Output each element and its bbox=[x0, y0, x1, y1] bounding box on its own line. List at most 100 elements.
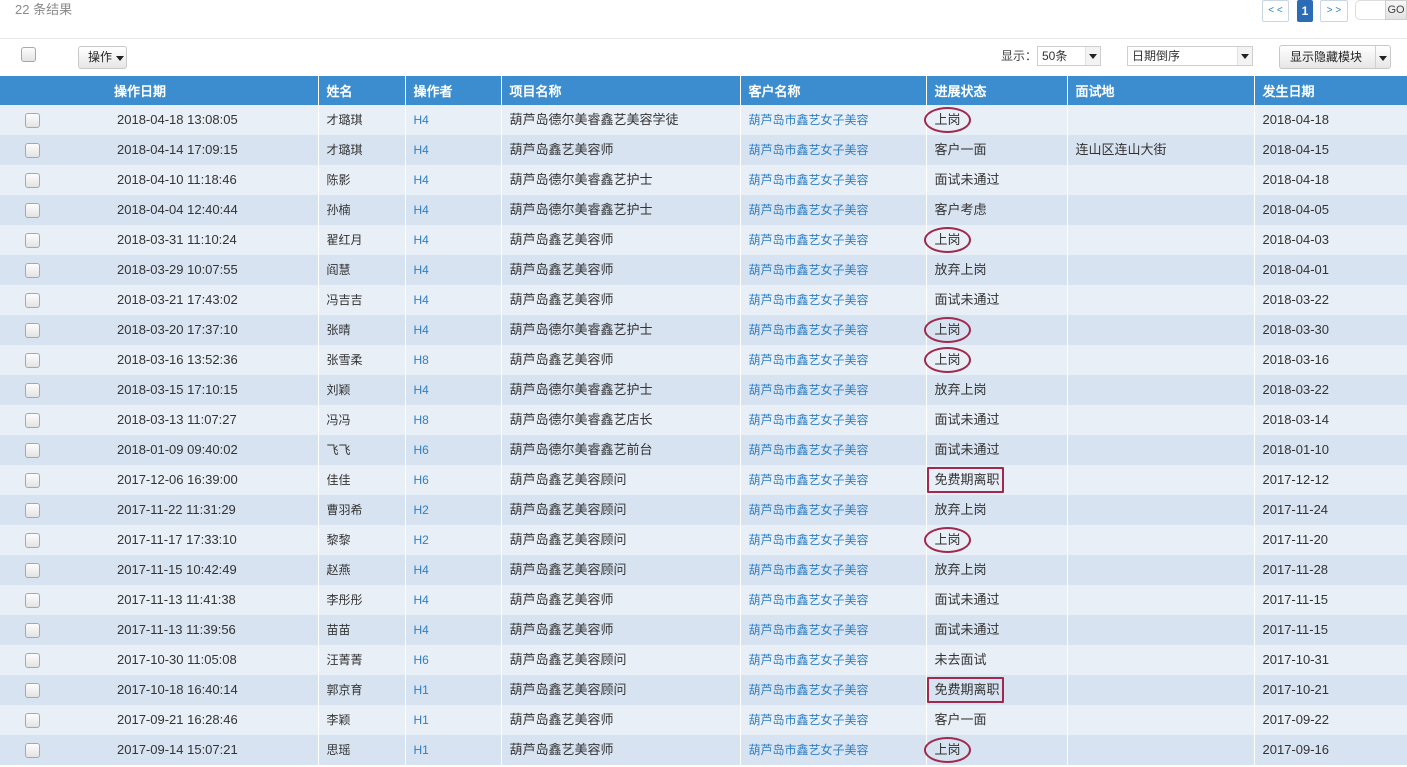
column-header-project[interactable]: 项目名称 bbox=[501, 76, 741, 105]
select-all-checkbox[interactable] bbox=[21, 47, 36, 62]
client-name-link[interactable]: 葫芦岛市鑫艺女子美容 bbox=[749, 682, 869, 698]
next-page-button[interactable]: > > bbox=[1320, 0, 1348, 22]
row-checkbox[interactable] bbox=[25, 323, 40, 339]
column-header-operation-date[interactable]: 操作日期 bbox=[105, 76, 319, 105]
client-name-link[interactable]: 葫芦岛市鑫艺女子美容 bbox=[749, 742, 869, 758]
column-header-status[interactable]: 进展状态 bbox=[926, 76, 1068, 105]
client-name-link[interactable]: 葫芦岛市鑫艺女子美容 bbox=[749, 112, 869, 128]
row-checkbox[interactable] bbox=[25, 563, 40, 579]
row-checkbox[interactable] bbox=[25, 713, 40, 729]
row-checkbox[interactable] bbox=[25, 263, 40, 279]
row-checkbox[interactable] bbox=[25, 413, 40, 429]
event-date: 2018-03-16 bbox=[1262, 352, 1330, 367]
client-name-link[interactable]: 葫芦岛市鑫艺女子美容 bbox=[749, 412, 869, 428]
page-size-select[interactable]: 50条 bbox=[1037, 46, 1101, 66]
operator-link[interactable]: H4 bbox=[414, 202, 429, 218]
client-name-link[interactable]: 葫芦岛市鑫艺女子美容 bbox=[749, 202, 869, 218]
operator-link[interactable]: H4 bbox=[414, 322, 429, 338]
toggle-modules-button[interactable]: 显示隐藏模块 bbox=[1279, 45, 1391, 69]
row-checkbox[interactable] bbox=[25, 503, 40, 519]
page-jump-input[interactable] bbox=[1355, 0, 1386, 20]
operator-link[interactable]: H1 bbox=[414, 682, 429, 698]
progress-status: 面试未通过 bbox=[934, 592, 1000, 607]
client-name-link[interactable]: 葫芦岛市鑫艺女子美容 bbox=[749, 262, 869, 278]
client-name-link[interactable]: 葫芦岛市鑫艺女子美容 bbox=[749, 292, 869, 308]
go-button[interactable]: GO bbox=[1385, 0, 1407, 20]
row-checkbox[interactable] bbox=[25, 203, 40, 219]
page-1-button[interactable]: 1 bbox=[1297, 0, 1313, 22]
row-checkbox[interactable] bbox=[25, 143, 40, 159]
row-checkbox[interactable] bbox=[25, 113, 40, 129]
row-checkbox[interactable] bbox=[25, 593, 40, 609]
progress-status: 面试未通过 bbox=[934, 622, 1000, 637]
client-name-link[interactable]: 葫芦岛市鑫艺女子美容 bbox=[749, 592, 869, 608]
operator-link[interactable]: H4 bbox=[414, 232, 429, 248]
row-checkbox[interactable] bbox=[25, 383, 40, 399]
operator-link[interactable]: H4 bbox=[414, 292, 429, 308]
row-checkbox[interactable] bbox=[25, 623, 40, 639]
client-name-link[interactable]: 葫芦岛市鑫艺女子美容 bbox=[749, 472, 869, 488]
operator-link[interactable]: H8 bbox=[414, 412, 429, 428]
operator-link[interactable]: H1 bbox=[414, 742, 429, 758]
client-name-link[interactable]: 葫芦岛市鑫艺女子美容 bbox=[749, 172, 869, 188]
client-name-link[interactable]: 葫芦岛市鑫艺女子美容 bbox=[749, 502, 869, 518]
row-checkbox[interactable] bbox=[25, 353, 40, 369]
column-header-interview-place[interactable]: 面试地 bbox=[1067, 76, 1255, 105]
actions-dropdown-button[interactable]: 操作 bbox=[78, 46, 127, 69]
client-name-link[interactable]: 葫芦岛市鑫艺女子美容 bbox=[749, 562, 869, 578]
table-row: 2018-03-31 11:10:24 翟红月 H4 葫芦岛鑫艺美容师 葫芦岛市鑫艺女子… bbox=[0, 225, 1407, 255]
event-date-cell: 2017-10-21 bbox=[1254, 675, 1407, 705]
column-header-event-date[interactable]: 发生日期 bbox=[1254, 76, 1407, 105]
client-name-link[interactable]: 葫芦岛市鑫艺女子美容 bbox=[749, 712, 869, 728]
operator-link[interactable]: H4 bbox=[414, 262, 429, 278]
operator-cell: H4 bbox=[405, 555, 502, 585]
client-name-link[interactable]: 葫芦岛市鑫艺女子美容 bbox=[749, 352, 869, 368]
client-name-link[interactable]: 葫芦岛市鑫艺女子美容 bbox=[749, 142, 869, 158]
client-name-link[interactable]: 葫芦岛市鑫艺女子美容 bbox=[749, 532, 869, 548]
interview-place-cell bbox=[1067, 255, 1255, 285]
operator-link[interactable]: H4 bbox=[414, 112, 429, 128]
operator-link[interactable]: H4 bbox=[414, 592, 429, 608]
operator-link[interactable]: H4 bbox=[414, 562, 429, 578]
candidate-name: 孙楠 bbox=[326, 203, 351, 217]
row-checkbox[interactable] bbox=[25, 293, 40, 309]
column-header-operator[interactable]: 操作者 bbox=[405, 76, 502, 105]
prev-page-button[interactable]: < < bbox=[1262, 0, 1289, 22]
client-name-link[interactable]: 葫芦岛市鑫艺女子美容 bbox=[749, 232, 869, 248]
client-name-link[interactable]: 葫芦岛市鑫艺女子美容 bbox=[749, 382, 869, 398]
row-checkbox[interactable] bbox=[25, 653, 40, 669]
operator-link[interactable]: H2 bbox=[414, 502, 429, 518]
client-name-link[interactable]: 葫芦岛市鑫艺女子美容 bbox=[749, 622, 869, 638]
row-checkbox[interactable] bbox=[25, 743, 40, 759]
client-name-link[interactable]: 葫芦岛市鑫艺女子美容 bbox=[749, 442, 869, 458]
operator-link[interactable]: H4 bbox=[414, 142, 429, 158]
table-header: 操作日期 姓名 操作者 项目名称 客户名称 进展状态 面试地 发生日期 bbox=[0, 76, 1407, 105]
operator-link[interactable]: H6 bbox=[414, 442, 429, 458]
sort-order-select[interactable]: 日期倒序 bbox=[1127, 46, 1253, 66]
operator-link[interactable]: H4 bbox=[414, 382, 429, 398]
operator-link[interactable]: H6 bbox=[414, 652, 429, 668]
operator-cell: H1 bbox=[405, 675, 502, 705]
operator-link[interactable]: H2 bbox=[414, 532, 429, 548]
column-header-name[interactable]: 姓名 bbox=[318, 76, 406, 105]
operator-link[interactable]: H4 bbox=[414, 622, 429, 638]
row-checkbox[interactable] bbox=[25, 443, 40, 459]
row-checkbox[interactable] bbox=[25, 233, 40, 249]
operator-link[interactable]: H4 bbox=[414, 172, 429, 188]
column-header-client[interactable]: 客户名称 bbox=[740, 76, 927, 105]
operator-cell: H4 bbox=[405, 105, 502, 135]
row-checkbox[interactable] bbox=[25, 173, 40, 189]
operator-link[interactable]: H6 bbox=[414, 472, 429, 488]
candidate-name: 才璐琪 bbox=[326, 143, 363, 157]
operator-link[interactable]: H1 bbox=[414, 712, 429, 728]
toggle-modules-arrow[interactable] bbox=[1375, 46, 1390, 68]
row-checkbox[interactable] bbox=[25, 473, 40, 489]
toggle-modules-label: 显示隐藏模块 bbox=[1290, 50, 1363, 64]
client-name-link[interactable]: 葫芦岛市鑫艺女子美容 bbox=[749, 652, 869, 668]
event-date-cell: 2017-11-28 bbox=[1254, 555, 1407, 585]
row-checkbox[interactable] bbox=[25, 683, 40, 699]
row-checkbox[interactable] bbox=[25, 533, 40, 549]
candidate-name: 郭京育 bbox=[326, 683, 363, 697]
operator-link[interactable]: H8 bbox=[414, 352, 429, 368]
client-name-link[interactable]: 葫芦岛市鑫艺女子美容 bbox=[749, 322, 869, 338]
